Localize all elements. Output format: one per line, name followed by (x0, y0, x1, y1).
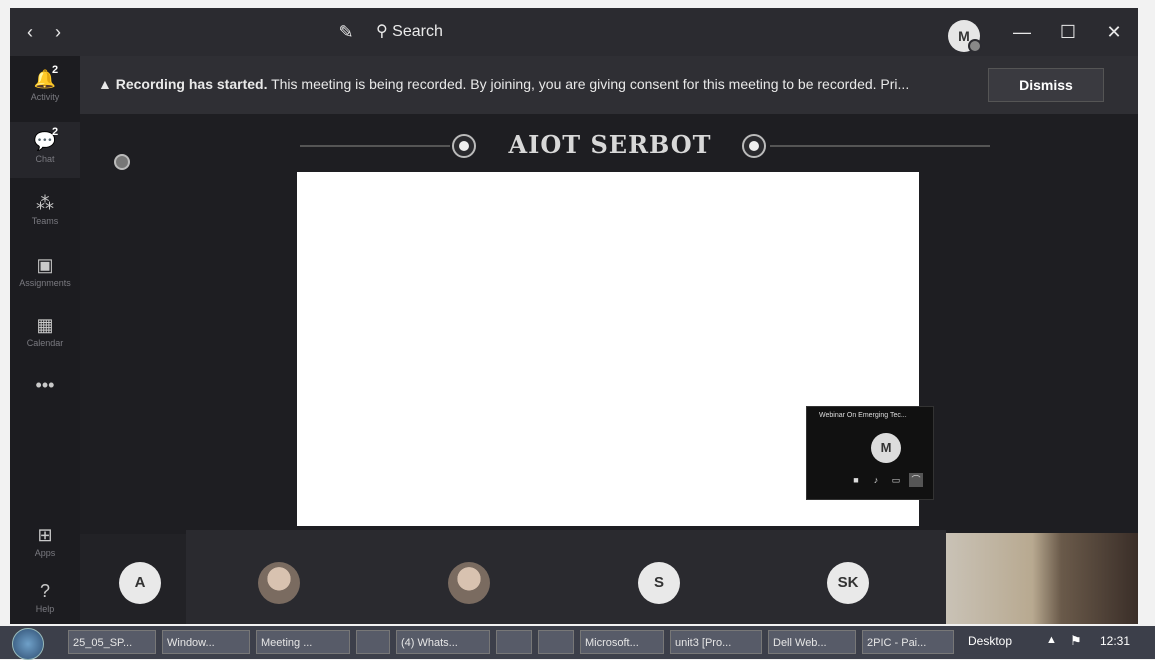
status-dot-icon (114, 154, 130, 170)
help-icon: ? (39, 581, 50, 601)
rail-label: Calendar (26, 338, 64, 348)
chat-badge: 2 (52, 126, 59, 138)
camera-icon[interactable]: ■ (849, 473, 863, 487)
participant-strip: A S SK (119, 530, 946, 624)
taskbar-item[interactable]: 25_05_SP... (68, 630, 156, 654)
taskbar-item[interactable]: unit3 [Pro... (670, 630, 762, 654)
hangup-icon[interactable]: ⌒ (909, 473, 923, 487)
rail-help[interactable]: ? Help (10, 572, 80, 624)
mini-window-title: Webinar On Emerging Tec... (819, 412, 907, 419)
apps-icon: ⊞ (37, 525, 53, 545)
taskbar-item[interactable]: Dell Web... (768, 630, 856, 654)
avatar: M (871, 433, 901, 463)
mic-icon[interactable]: ♪ (869, 473, 883, 487)
rail-chat[interactable]: 💬 2 Chat (10, 122, 80, 178)
app-rail: 🔔 2 Activity 💬 2 Chat ⁂ Teams ▣ Assignme… (10, 56, 80, 624)
title-bar: ‹ › ✎ ⚲ Search M — ☐ ✕ (10, 8, 1138, 56)
taskbar-item[interactable]: Meeting ... (256, 630, 350, 654)
teams-icon: ⁂ (36, 193, 54, 213)
recording-text: This meeting is being recorded. By joini… (267, 76, 910, 92)
compact-meeting-window[interactable]: Webinar On Emerging Tec... M ■ ♪ ▭ ⌒ (806, 406, 934, 500)
activity-badge: 2 (52, 64, 59, 76)
meeting-stage: AIOT SERBOT (80, 114, 1138, 534)
divider (300, 145, 450, 147)
rail-more[interactable]: ••• (10, 366, 80, 422)
bell-icon: 🔔 (33, 69, 57, 89)
chat-icon: 💬 (33, 131, 57, 151)
rail-teams[interactable]: ⁂ Teams (10, 184, 80, 240)
teams-window: ‹ › ✎ ⚲ Search M — ☐ ✕ 🔔 2 Activity 💬 2 … (10, 8, 1138, 624)
participant-avatar[interactable] (258, 562, 300, 604)
participant-avatar[interactable]: A (119, 562, 161, 604)
user-avatar[interactable]: M (948, 20, 982, 53)
search-input[interactable]: ⚲ Search (376, 18, 916, 46)
rail-activity[interactable]: 🔔 2 Activity (10, 60, 80, 116)
maximize-icon[interactable]: ☐ (1054, 8, 1082, 56)
desktop-toolbar[interactable]: Desktop (968, 634, 1012, 648)
presence-dot (968, 39, 982, 53)
flag-icon[interactable]: ⚑ (1070, 633, 1082, 649)
taskbar-item[interactable] (356, 630, 390, 654)
rail-label: Teams (31, 216, 59, 226)
rail-label: Apps (34, 548, 56, 558)
warning-icon: ▲ (98, 76, 112, 92)
more-icon: ••• (35, 375, 55, 395)
tray-arrow-icon[interactable]: ▲ (1046, 634, 1057, 646)
search-placeholder: Search (392, 23, 443, 40)
rail-label: Help (35, 604, 55, 614)
search-icon: ⚲ (376, 23, 393, 40)
minimize-icon[interactable]: — (1008, 8, 1036, 56)
divider (770, 145, 990, 147)
bullet-icon (452, 134, 476, 158)
recording-banner: ▲ Recording has started. This meeting is… (80, 56, 1138, 114)
rail-calendar[interactable]: ▦ Calendar (10, 306, 80, 362)
taskbar: 25_05_SP... Window... Meeting ... (4) Wh… (0, 626, 1155, 660)
assignments-icon: ▣ (36, 255, 54, 275)
self-video (946, 533, 1138, 624)
participant-avatar[interactable]: S (638, 562, 680, 604)
rail-label: Activity (30, 92, 60, 102)
rail-label: Assignments (19, 278, 71, 288)
taskbar-item[interactable] (538, 630, 574, 654)
participant-avatar[interactable] (448, 562, 490, 604)
rail-apps[interactable]: ⊞ Apps (10, 516, 80, 572)
rail-assignments[interactable]: ▣ Assignments (10, 246, 80, 302)
participant-avatar[interactable]: SK (827, 562, 869, 604)
close-icon[interactable]: ✕ (1100, 8, 1128, 56)
share-icon[interactable]: ▭ (889, 473, 903, 487)
recording-bold-text: Recording has started. (115, 76, 268, 92)
bullet-icon (742, 134, 766, 158)
rail-label: Chat (35, 154, 55, 164)
forward-icon[interactable]: › (46, 8, 70, 56)
start-button[interactable] (12, 628, 44, 660)
clock[interactable]: 12:31 (1100, 634, 1130, 648)
taskbar-item[interactable]: 2PIC - Pai... (862, 630, 954, 654)
back-icon[interactable]: ‹ (18, 8, 42, 56)
taskbar-item[interactable]: Microsoft... (580, 630, 664, 654)
recording-message: ▲ Recording has started. This meeting is… (98, 74, 978, 94)
taskbar-item[interactable] (496, 630, 532, 654)
slide-title: AIOT SERBOT (508, 130, 712, 159)
taskbar-item[interactable]: (4) Whats... (396, 630, 490, 654)
dismiss-button[interactable]: Dismiss (988, 68, 1104, 102)
compose-icon[interactable]: ✎ (332, 8, 360, 56)
calendar-icon: ▦ (36, 315, 54, 335)
taskbar-item[interactable]: Window... (162, 630, 250, 654)
